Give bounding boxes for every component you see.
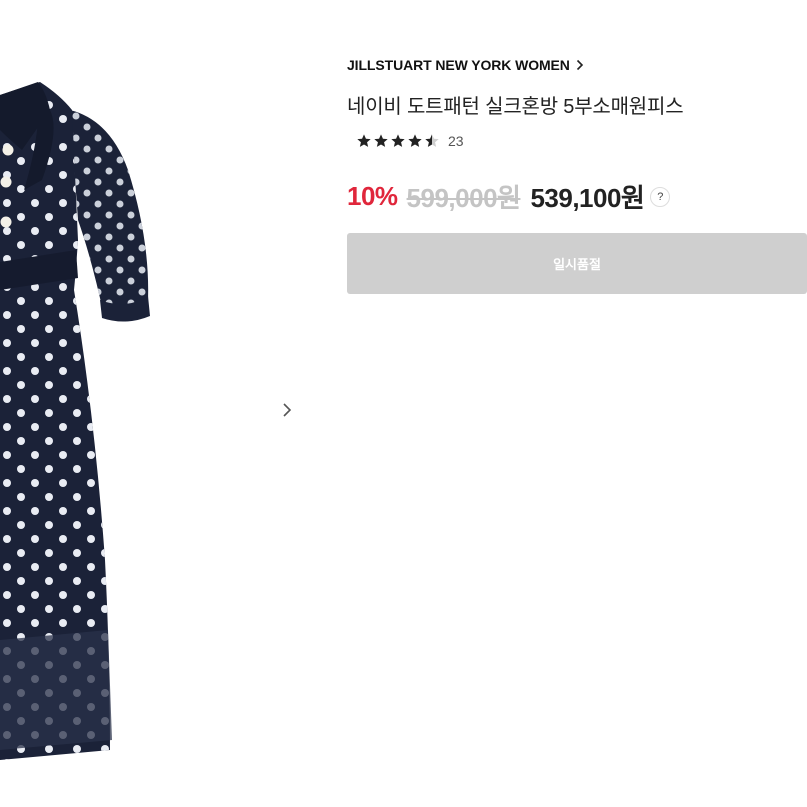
review-count: 23 (448, 133, 464, 149)
final-price: 539,100원 (530, 183, 645, 213)
product-title: 네이비 도트패턴 실크혼방 5부소매원피스 (347, 96, 684, 118)
sold-out-button: 일시품절 (347, 233, 807, 294)
chevron-right-icon (576, 59, 583, 71)
brand-name: JILLSTUART NEW YORK WOMEN (347, 57, 570, 73)
chevron-right-icon (283, 403, 292, 417)
star-full-icon (391, 134, 405, 147)
original-price: 599,000원 (406, 183, 521, 213)
star-full-icon (374, 134, 388, 147)
star-full-icon (408, 134, 422, 147)
star-half-icon (425, 134, 439, 147)
discount-rate: 10% (347, 181, 398, 211)
brand-link[interactable]: JILLSTUART NEW YORK WOMEN (347, 57, 584, 73)
rating[interactable]: 23 (356, 133, 464, 149)
price-help-icon[interactable]: ? (650, 186, 671, 207)
next-image-button[interactable] (276, 398, 298, 422)
star-rating (356, 133, 440, 149)
dress-image (0, 82, 150, 760)
price-row: 10% 599,000원 539,100원 ? (347, 178, 671, 215)
star-full-icon (357, 134, 371, 147)
product-image (0, 0, 310, 807)
